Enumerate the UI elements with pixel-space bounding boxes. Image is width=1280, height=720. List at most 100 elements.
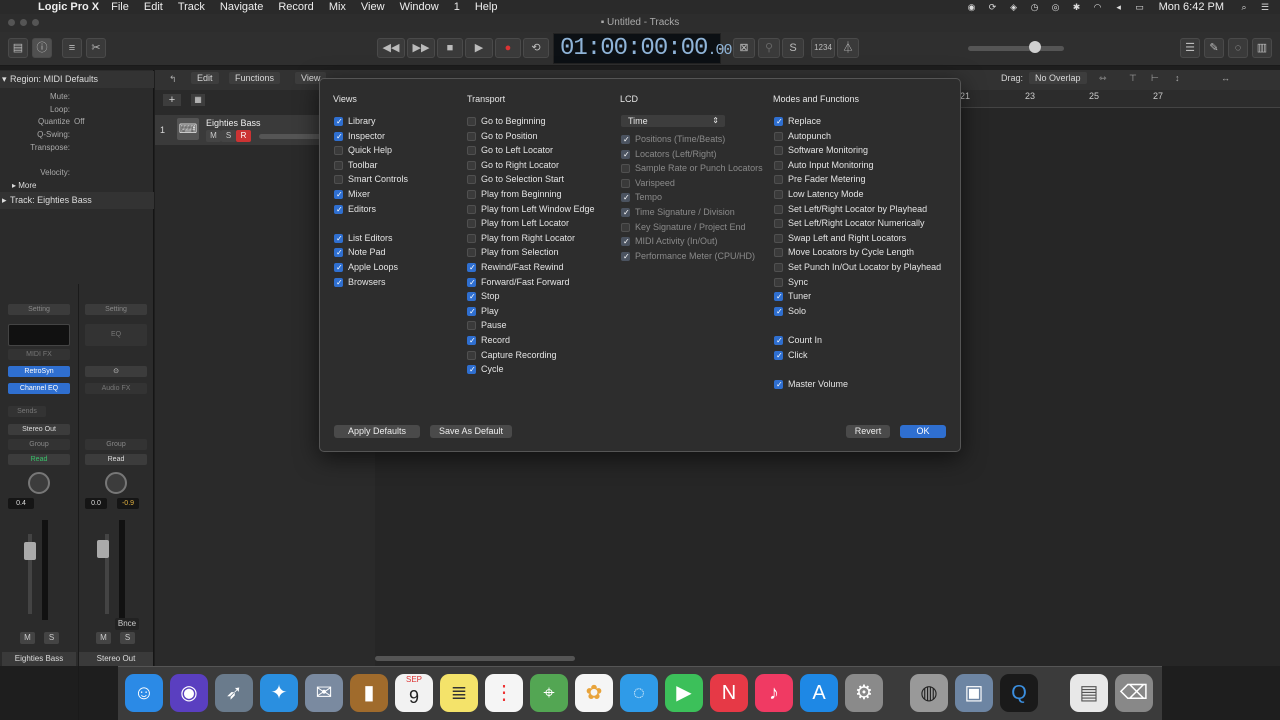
- checkbox[interactable]: [774, 378, 783, 392]
- checkbox[interactable]: [467, 290, 476, 304]
- option-play-from-left-window-edge[interactable]: Play from Left Window Edge: [467, 202, 595, 216]
- preview-icon[interactable]: ▣: [955, 674, 993, 712]
- checkbox[interactable]: [621, 191, 630, 205]
- global-tracks-icon[interactable]: ▦: [191, 94, 205, 106]
- checkbox[interactable]: [467, 363, 476, 377]
- trash-icon[interactable]: ⌫: [1115, 674, 1153, 712]
- checkbox[interactable]: [621, 235, 630, 249]
- checkbox[interactable]: [621, 133, 630, 147]
- param-quantize-value[interactable]: Off: [74, 117, 85, 126]
- lcd-dropdown-icon[interactable]: ⌄: [717, 42, 725, 53]
- setting-button[interactable]: Setting: [85, 304, 147, 315]
- track-header[interactable]: ▸ Track: Eighties Bass: [0, 192, 154, 209]
- checkbox[interactable]: [621, 206, 630, 220]
- pan-knob[interactable]: [28, 472, 50, 494]
- sharing-icon[interactable]: ◎: [1050, 2, 1062, 12]
- option-play-from-selection[interactable]: Play from Selection: [467, 245, 559, 259]
- sends-slot[interactable]: Sends: [8, 406, 46, 417]
- channel-name[interactable]: Stereo Out: [79, 652, 153, 666]
- track-mute-button[interactable]: M: [206, 130, 221, 142]
- checkbox[interactable]: [334, 130, 343, 144]
- play-button[interactable]: ▶: [465, 38, 493, 58]
- cycle-button[interactable]: ⟲: [523, 38, 549, 58]
- option-go-to-left-locator[interactable]: Go to Left Locator: [467, 143, 553, 157]
- track-solo-button[interactable]: S: [221, 130, 236, 142]
- eq-thumbnail[interactable]: [8, 324, 70, 346]
- safari-icon[interactable]: ✦: [260, 674, 298, 712]
- zoom-window-button[interactable]: [32, 19, 39, 26]
- option-inspector[interactable]: Inspector: [334, 129, 385, 144]
- record-status-icon[interactable]: ◉: [966, 2, 978, 12]
- checkbox[interactable]: [621, 164, 630, 174]
- editors-icon[interactable]: ✂: [86, 38, 106, 58]
- browsers-icon[interactable]: ▥: [1252, 38, 1272, 58]
- menu-window[interactable]: Window: [400, 1, 439, 13]
- back-arrow-icon[interactable]: ↰: [169, 74, 177, 85]
- photos-icon[interactable]: ✿: [575, 674, 613, 712]
- spotlight-icon[interactable]: ⌕: [1238, 2, 1250, 12]
- track-record-button[interactable]: R: [236, 130, 251, 142]
- revert-button[interactable]: Revert: [846, 425, 890, 438]
- option-go-to-selection-start[interactable]: Go to Selection Start: [467, 172, 564, 186]
- option-list-editors[interactable]: List Editors: [334, 231, 393, 246]
- checkbox[interactable]: [774, 248, 783, 258]
- option-go-to-position[interactable]: Go to Position: [467, 129, 538, 143]
- option-toolbar[interactable]: Toolbar: [334, 158, 378, 172]
- vertical-zoom-icon[interactable]: ↕: [1175, 73, 1180, 83]
- mail-icon[interactable]: ✉: [305, 674, 343, 712]
- checkbox[interactable]: [774, 115, 783, 129]
- checkbox[interactable]: [467, 334, 476, 348]
- option-midi-activity-in-out[interactable]: MIDI Activity (In/Out): [621, 234, 718, 249]
- checkbox[interactable]: [621, 178, 630, 188]
- automation-mode[interactable]: Read: [85, 454, 147, 465]
- option-play-from-beginning[interactable]: Play from Beginning: [467, 187, 562, 201]
- track-name[interactable]: Eighties Bass: [206, 118, 261, 128]
- finder-icon[interactable]: ☺: [125, 674, 163, 712]
- lcd-mode-select[interactable]: Time ⇕: [621, 115, 725, 127]
- inspector-icon[interactable]: ⓘ: [32, 38, 52, 58]
- system-preferences-icon[interactable]: ⚙: [845, 674, 883, 712]
- master-volume-slider[interactable]: [968, 46, 1064, 51]
- checkbox[interactable]: [774, 190, 783, 199]
- checkbox[interactable]: [774, 263, 783, 272]
- replace-mode-icon[interactable]: ⊠: [733, 38, 755, 58]
- checkbox[interactable]: [467, 146, 476, 156]
- checkbox[interactable]: [774, 204, 783, 214]
- midi-fx-slot[interactable]: MIDI FX: [8, 349, 70, 360]
- checkbox[interactable]: [774, 334, 783, 348]
- option-count-in[interactable]: Count In: [774, 333, 822, 348]
- reminders-icon[interactable]: ⋮: [485, 674, 523, 712]
- option-sync[interactable]: Sync: [774, 275, 808, 289]
- checkbox[interactable]: [467, 204, 476, 214]
- group-slot[interactable]: Group: [85, 439, 147, 450]
- minimize-window-button[interactable]: [20, 19, 27, 26]
- checkbox[interactable]: [334, 276, 343, 290]
- launchpad-icon[interactable]: ➶: [215, 674, 253, 712]
- setting-button[interactable]: Setting: [8, 304, 70, 315]
- option-forward-fast-forward[interactable]: Forward/Fast Forward: [467, 275, 570, 290]
- volume-fader[interactable]: [24, 542, 36, 560]
- option-pre-fader-metering[interactable]: Pre Fader Metering: [774, 172, 866, 186]
- bluetooth-icon[interactable]: ✱: [1071, 2, 1083, 12]
- checkbox[interactable]: [467, 276, 476, 290]
- checkbox[interactable]: [467, 305, 476, 319]
- option-set-left-right-locator-by-playhead[interactable]: Set Left/Right Locator by Playhead: [774, 202, 927, 216]
- volume-fader[interactable]: [97, 540, 109, 558]
- option-smart-controls[interactable]: Smart Controls: [334, 172, 408, 186]
- checkbox[interactable]: [774, 233, 783, 243]
- option-tempo[interactable]: Tempo: [621, 190, 662, 205]
- more-disclosure[interactable]: ▸ More: [0, 181, 154, 190]
- wifi-icon[interactable]: ◠: [1092, 2, 1104, 12]
- pan-knob[interactable]: [105, 472, 127, 494]
- checkbox[interactable]: [334, 115, 343, 129]
- sync-icon[interactable]: ⟳: [987, 2, 999, 12]
- metronome-icon[interactable]: ⏃: [837, 38, 859, 58]
- option-key-signature-project-end[interactable]: Key Signature / Project End: [621, 220, 746, 234]
- rewind-button[interactable]: ◀◀: [377, 38, 405, 58]
- option-tuner[interactable]: Tuner: [774, 289, 811, 304]
- location-icon[interactable]: ◈: [1008, 2, 1020, 12]
- option-time-signature-division[interactable]: Time Signature / Division: [621, 205, 735, 220]
- option-apple-loops[interactable]: Apple Loops: [334, 260, 398, 275]
- menu-navigate[interactable]: Navigate: [220, 1, 263, 13]
- option-stop[interactable]: Stop: [467, 289, 500, 304]
